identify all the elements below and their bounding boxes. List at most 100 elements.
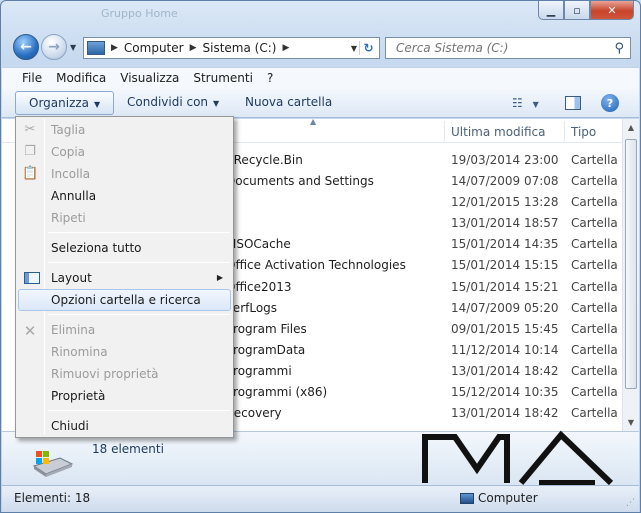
resize-grip-icon[interactable]: ⋰ bbox=[626, 498, 635, 508]
menu-item-label: Annulla bbox=[51, 189, 97, 203]
menu-item-close[interactable]: Chiudi bbox=[18, 415, 231, 437]
file-name: Documents and Settings bbox=[234, 174, 374, 189]
menu-item-remove-properties[interactable]: Rimuovi proprietà bbox=[18, 363, 231, 385]
file-modified: 11/12/2014 10:14 bbox=[451, 342, 559, 357]
file-type: Cartella bbox=[571, 342, 618, 357]
minimize-button[interactable]: ▁ bbox=[538, 1, 564, 20]
menu-item-delete[interactable]: ✕ Elimina bbox=[18, 319, 231, 341]
clipboard-icon: 📋 bbox=[22, 166, 39, 181]
file-type: Cartella bbox=[571, 195, 618, 210]
column-type[interactable]: Tipo bbox=[571, 125, 596, 139]
column-separator[interactable] bbox=[444, 121, 445, 141]
organize-menu: ✂ Taglia ❐ Copia 📋 Incolla Annulla Ripet… bbox=[15, 116, 234, 438]
file-type: Cartella bbox=[571, 153, 618, 167]
file-modified: 12/01/2015 13:28 bbox=[451, 195, 559, 210]
maximize-button[interactable]: ▫ bbox=[564, 1, 590, 20]
menu-view[interactable]: Visualizza bbox=[113, 71, 186, 85]
computer-icon bbox=[87, 41, 105, 55]
menu-item-properties[interactable]: Proprietà bbox=[18, 385, 231, 407]
menu-help[interactable]: ? bbox=[260, 71, 280, 85]
file-name: Office2013 bbox=[234, 279, 292, 294]
file-type: Cartella bbox=[571, 385, 618, 400]
recent-pages-dropdown-icon[interactable]: ▼ bbox=[70, 43, 76, 52]
breadcrumb-computer[interactable]: Computer bbox=[124, 41, 184, 55]
breadcrumb-drive[interactable]: Sistema (C:) bbox=[203, 41, 277, 55]
file-name-cell: Documents and Settings bbox=[234, 171, 439, 192]
caption-buttons: ▁ ▫ ✕ bbox=[538, 1, 634, 20]
hard-drive-icon bbox=[32, 451, 74, 477]
file-name: $Recycle.Bin bbox=[234, 153, 303, 167]
status-bar: Elementi: 18 Computer ⋰ bbox=[2, 485, 639, 512]
ma-watermark-logo bbox=[422, 430, 614, 486]
menu-item-label: Seleziona tutto bbox=[51, 241, 142, 255]
organize-button[interactable]: Organizza ▼ bbox=[15, 91, 115, 115]
menu-item-cut[interactable]: ✂ Taglia bbox=[18, 119, 231, 141]
menu-item-select-all[interactable]: Seleziona tutto bbox=[18, 237, 231, 259]
file-modified: 15/01/2014 14:35 bbox=[451, 237, 559, 252]
file-name: PerfLogs bbox=[234, 300, 278, 315]
back-arrow-icon[interactable]: ← bbox=[13, 34, 39, 60]
new-folder-button[interactable]: Nuova cartella bbox=[245, 95, 332, 109]
scroll-up-icon[interactable]: ▲ bbox=[623, 119, 639, 136]
file-name: MSOCache bbox=[234, 237, 291, 252]
menu-item-label: Incolla bbox=[51, 167, 91, 181]
help-icon[interactable]: ? bbox=[601, 94, 619, 112]
scroll-thumb[interactable] bbox=[625, 139, 637, 389]
file-name-cell: ProgramData bbox=[234, 340, 439, 361]
command-bar: Organizza ▼ Condividi con ▼ Nuova cartella… bbox=[2, 88, 639, 118]
file-modified: 19/03/2014 23:00 bbox=[451, 153, 559, 167]
search-input[interactable] bbox=[394, 40, 594, 56]
column-separator[interactable] bbox=[564, 121, 565, 141]
file-type: Cartella bbox=[571, 174, 618, 189]
menu-item-copy[interactable]: ❐ Copia bbox=[18, 141, 231, 163]
share-with-button[interactable]: Condividi con ▼ bbox=[127, 95, 219, 109]
file-modified: 13/01/2014 18:42 bbox=[451, 406, 559, 421]
file-modified: 15/01/2014 15:21 bbox=[451, 279, 559, 294]
menu-bar: File Modifica Visualizza Strumenti ? bbox=[2, 67, 639, 88]
file-name-cell: MSOCache bbox=[234, 234, 439, 255]
chevron-down-icon: ▼ bbox=[94, 100, 101, 109]
menu-item-undo[interactable]: Annulla bbox=[18, 185, 231, 207]
column-modified[interactable]: Ultima modifica bbox=[451, 125, 546, 139]
menu-file[interactable]: File bbox=[2, 71, 49, 85]
file-name-cell: Program Files bbox=[234, 319, 439, 340]
breadcrumb-chevron-icon[interactable]: ▶ bbox=[282, 43, 289, 53]
change-view-icon[interactable]: ☷ ▼ bbox=[512, 96, 539, 110]
file-modified: 15/12/2014 10:35 bbox=[451, 385, 559, 400]
scissors-icon: ✂ bbox=[24, 122, 36, 137]
file-name: Programmi (x86) bbox=[234, 385, 328, 400]
menu-item-rename[interactable]: Rinomina bbox=[18, 341, 231, 363]
menu-item-layout[interactable]: Layout ▶ bbox=[18, 267, 231, 289]
menu-item-label: Copia bbox=[51, 145, 86, 159]
breadcrumb-chevron-icon[interactable]: ▶ bbox=[111, 43, 118, 53]
menu-item-paste[interactable]: 📋 Incolla bbox=[18, 163, 231, 185]
menu-tools[interactable]: Strumenti bbox=[186, 71, 260, 85]
file-name-cell: Recovery bbox=[234, 403, 439, 424]
file-type: Cartella bbox=[571, 258, 618, 273]
file-type: Cartella bbox=[571, 406, 618, 421]
file-type: Cartella bbox=[571, 363, 618, 378]
refresh-icon[interactable]: ↻ bbox=[359, 41, 377, 55]
layout-icon bbox=[24, 272, 40, 284]
menu-item-label: Taglia bbox=[51, 123, 86, 137]
menu-item-label: Proprietà bbox=[51, 389, 106, 403]
file-modified: 13/01/2014 18:57 bbox=[451, 216, 559, 231]
status-location-label: Computer bbox=[478, 491, 538, 505]
preview-pane-icon[interactable] bbox=[565, 96, 581, 110]
close-button[interactable]: ✕ bbox=[590, 1, 634, 20]
breadcrumb-chevron-icon[interactable]: ▶ bbox=[190, 43, 197, 53]
address-dropdown-icon[interactable]: ▼ bbox=[351, 44, 357, 53]
file-modified: 09/01/2015 15:45 bbox=[451, 321, 559, 336]
vertical-scrollbar[interactable]: ▲ ▼ bbox=[622, 119, 639, 431]
file-modified: 13/01/2014 18:42 bbox=[451, 363, 559, 378]
menu-item-redo[interactable]: Ripeti bbox=[18, 207, 231, 229]
file-name: Programmi bbox=[234, 363, 292, 378]
menu-item-folder-options[interactable]: Opzioni cartella e ricerca bbox=[18, 289, 231, 311]
search-icon[interactable]: ⚲ bbox=[614, 41, 624, 56]
file-name-cell bbox=[234, 213, 439, 234]
scroll-down-icon[interactable]: ▼ bbox=[623, 414, 639, 431]
forward-arrow-icon[interactable]: → bbox=[41, 34, 67, 60]
file-modified: 15/01/2014 15:15 bbox=[451, 258, 559, 273]
address-bar[interactable]: ▶ Computer ▶ Sistema (C:) ▶ ▼ ↻ bbox=[83, 37, 380, 59]
menu-edit[interactable]: Modifica bbox=[49, 71, 113, 85]
